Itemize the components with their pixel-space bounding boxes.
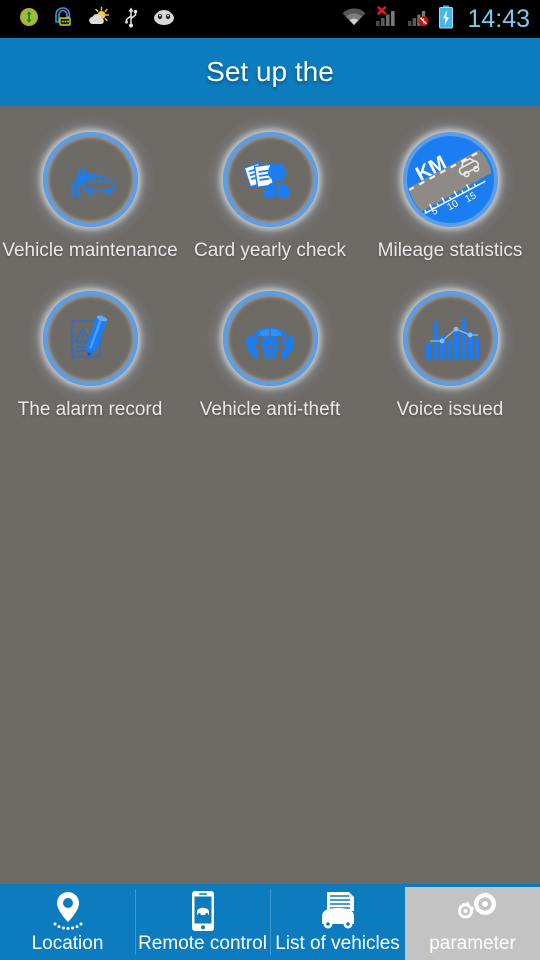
page-title: Set up the (206, 56, 334, 87)
phone-car-icon (186, 890, 220, 932)
grid-item-label: The alarm record (17, 399, 163, 420)
app-screen: ! 14:43 Set up the Vehicle maintenance C… (0, 0, 540, 960)
wifi-icon (341, 7, 367, 32)
mileage-km-road-icon: KM 5 10 15 (404, 134, 496, 226)
grid-item-the-alarm-record[interactable]: The alarm record (0, 287, 180, 446)
nav-tab-label: List of vehicles (275, 933, 400, 954)
nav-tab-label: parameter (429, 933, 516, 954)
signal-bars-no-service-icon (374, 5, 400, 33)
map-pin-icon (48, 890, 88, 932)
grid-item-label: Vehicle maintenance (2, 240, 178, 261)
nav-tab-list-of-vehicles[interactable]: List of vehicles (270, 884, 405, 960)
grid-item-vehicle-anti-theft[interactable]: Vehicle anti-theft (180, 287, 360, 446)
warning-document-pencil-icon (56, 305, 124, 373)
usb-icon (123, 6, 139, 33)
battery-charging-icon (438, 5, 454, 34)
grid-item-label: Mileage statistics (377, 240, 523, 261)
status-bar: ! 14:43 (0, 0, 540, 38)
nav-tab-label: Remote control (138, 933, 267, 954)
grid-item-mileage-statistics[interactable]: KM 5 10 15 Mileage statistics (360, 128, 540, 287)
svg-text:!: ! (423, 18, 425, 25)
sync-status-icon (18, 6, 40, 33)
app-title-bar: Set up the (0, 38, 540, 106)
icon-ring-wrapper (39, 128, 142, 231)
grid-item-label: Vehicle anti-theft (199, 399, 341, 420)
grid-item-vehicle-maintenance[interactable]: Vehicle maintenance (0, 128, 180, 287)
grid-item-label: Voice issued (396, 399, 504, 420)
status-bar-clock: 14:43 (467, 4, 530, 33)
message-person-icon (53, 6, 73, 33)
grid-item-label: Card yearly check (193, 240, 347, 261)
person-documents-icon (236, 146, 304, 214)
nav-tab-parameter[interactable]: parameter (405, 884, 540, 960)
nav-tab-label: Location (31, 933, 104, 954)
mileage-scale-5: 5 (430, 205, 440, 218)
signal-bars-muted-icon: ! (407, 6, 431, 33)
mileage-scale-10: 10 (445, 198, 460, 213)
list-car-icon (315, 890, 361, 932)
grid-item-card-yearly-check[interactable]: Card yearly check (180, 128, 360, 287)
icon-ring-wrapper: KM 5 10 15 (399, 128, 502, 231)
hands-car-icon (236, 305, 304, 373)
nav-tab-remote-control[interactable]: Remote control (135, 884, 270, 960)
icon-ring-wrapper (219, 287, 322, 390)
wrench-car-icon (56, 146, 124, 214)
android-head-icon (152, 8, 176, 31)
icon-ring-wrapper (219, 128, 322, 231)
icon-ring-wrapper (399, 287, 502, 390)
audio-waveform-icon (416, 305, 484, 373)
nav-tab-location[interactable]: Location (0, 884, 135, 960)
icon-ring-wrapper (39, 287, 142, 390)
gears-icon (447, 890, 499, 932)
weather-icon (86, 6, 110, 33)
bottom-navigation-bar: Location Remote control List of vehicles… (0, 884, 540, 960)
status-bar-right-icons: ! 14:43 (341, 5, 530, 34)
grid-item-voice-issued[interactable]: Voice issued (360, 287, 540, 446)
feature-grid: Vehicle maintenance Card yearly check KM… (0, 106, 540, 446)
status-bar-left-icons (10, 6, 341, 33)
